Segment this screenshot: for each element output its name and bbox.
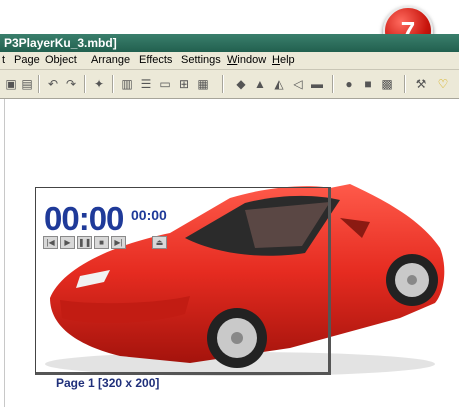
menu-item-arrange[interactable]: Arrange	[91, 52, 130, 69]
wand-tool-icon[interactable]: ✦	[90, 75, 108, 93]
rewind-start-icon[interactable]: |◀	[43, 236, 58, 249]
toolbar-separator	[38, 75, 40, 93]
toolbar-separator	[84, 75, 86, 93]
mirror-icon[interactable]: ◭	[270, 75, 288, 93]
folder-icon[interactable]: ▭	[156, 75, 174, 93]
magic-icon[interactable]: ⚒	[412, 75, 430, 93]
menu-item-settings[interactable]: Settings	[181, 52, 221, 69]
text-column-icon[interactable]: ▥	[118, 75, 136, 93]
lasso-icon[interactable]: ♡	[434, 75, 452, 93]
text-lines-icon[interactable]: ☰	[137, 75, 155, 93]
toolbar-separator	[112, 75, 114, 93]
menu-item-window[interactable]: Window	[227, 52, 266, 69]
square-icon[interactable]: ■	[359, 75, 377, 93]
layout-icon[interactable]: ▬	[308, 75, 326, 93]
menu-item-page[interactable]: Page	[14, 52, 40, 69]
window-title: P3PlayerKu_3.mbd]	[4, 36, 117, 50]
box-icon[interactable]: ▩	[378, 75, 396, 93]
menu-item-edit[interactable]: t	[2, 52, 5, 69]
canvas-left-edge	[4, 99, 5, 407]
pointer-icon[interactable]: ◁	[289, 75, 307, 93]
time-display-main: 00:00	[44, 200, 124, 237]
toolbar-separator	[222, 75, 224, 93]
eject-icon[interactable]: ⏏	[152, 236, 167, 249]
window-title-bar: P3PlayerKu_3.mbd]	[0, 34, 459, 52]
grid-icon[interactable]: ⊞	[175, 75, 193, 93]
page-size-label: Page 1 [320 x 200]	[56, 376, 160, 390]
toolbar-separator	[332, 75, 334, 93]
triangle-icon[interactable]: ▲	[251, 75, 269, 93]
play-icon[interactable]: ▶	[60, 236, 75, 249]
drop-icon[interactable]: ◆	[232, 75, 250, 93]
stop-icon[interactable]: ■	[94, 236, 109, 249]
circle-icon[interactable]: ●	[340, 75, 358, 93]
undo-icon[interactable]: ↶	[44, 75, 62, 93]
pause-icon[interactable]: ❚❚	[77, 236, 92, 249]
toolbar: ▣ ▤ ↶ ↷ ✦ ▥ ☰ ▭ ⊞ ▦ ◆ ▲ ◭ ◁ ▬ ● ■ ▩ ⚒ ♡	[0, 70, 459, 99]
menu-bar: t Page Object Arrange Effects Settings W…	[0, 52, 459, 70]
time-display-total: 00:00	[131, 207, 167, 223]
frame-icon[interactable]: ▦	[194, 75, 212, 93]
menu-item-effects[interactable]: Effects	[139, 52, 172, 69]
menu-item-help[interactable]: Help	[272, 52, 295, 69]
redo-icon[interactable]: ↷	[62, 75, 80, 93]
forward-end-icon[interactable]: ▶|	[111, 236, 126, 249]
menu-item-object[interactable]: Object	[45, 52, 77, 69]
print-icon[interactable]: ▤	[18, 75, 36, 93]
toolbar-separator	[404, 75, 406, 93]
